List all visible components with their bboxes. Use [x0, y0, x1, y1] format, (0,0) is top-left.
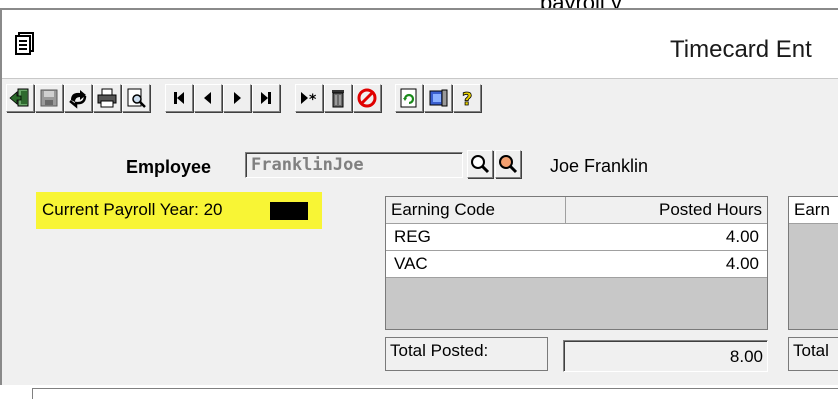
total-posted-label: Total Posted: — [385, 337, 548, 371]
earning-code-cell: REG — [394, 227, 431, 246]
app-icon — [15, 32, 34, 55]
employee-name: Joe Franklin — [550, 156, 649, 176]
tools-button[interactable] — [424, 84, 452, 112]
earning-code-cell: VAC — [394, 254, 428, 273]
help-button[interactable]: ? — [453, 84, 481, 112]
table-row[interactable]: REG 4.00 — [386, 224, 767, 251]
lookup-button[interactable] — [467, 150, 493, 178]
colored-magnifier-icon — [499, 155, 518, 174]
toolbar: * ? — [2, 82, 838, 124]
save-icon — [40, 89, 58, 107]
cancel-icon — [357, 88, 377, 108]
new-record-icon: * — [301, 92, 317, 108]
grid-empty-area — [386, 278, 767, 329]
svg-text:?: ? — [462, 89, 472, 109]
posted-hours-header[interactable]: Posted Hours — [566, 197, 767, 224]
employee-id-field[interactable]: FranklinJoe — [245, 152, 463, 178]
bottom-panel — [32, 388, 838, 399]
posted-hours-cell: 4.00 — [725, 227, 759, 246]
undo-button[interactable] — [64, 84, 92, 112]
payroll-year-text: Current Payroll Year: 20 — [42, 200, 223, 219]
last-record-button[interactable] — [252, 84, 280, 112]
previous-record-icon — [204, 92, 211, 104]
advanced-lookup-button[interactable] — [495, 150, 521, 178]
second-total-label: Total — [788, 337, 838, 371]
undo-icon — [69, 90, 87, 109]
last-record-icon — [261, 92, 271, 104]
exit-icon — [9, 88, 29, 107]
new-record-button[interactable]: * — [295, 84, 323, 112]
delete-button[interactable] — [324, 84, 352, 112]
first-record-button[interactable] — [165, 84, 193, 112]
total-posted-value: 8.00 — [563, 340, 768, 372]
redaction-block — [270, 202, 308, 220]
delete-icon — [332, 90, 344, 108]
earnings-grid: Earning Code Posted Hours REG 4.00 VAC 4… — [385, 196, 768, 330]
cancel-button[interactable] — [353, 84, 381, 112]
print-icon — [97, 88, 117, 108]
second-earnings-grid: Earn — [788, 196, 838, 330]
refresh-icon — [400, 88, 417, 108]
second-grid-header[interactable]: Earn — [789, 197, 838, 224]
svg-text:*: * — [309, 92, 317, 108]
print-preview-button[interactable] — [122, 84, 150, 112]
tools-icon — [429, 89, 448, 107]
next-record-button[interactable] — [223, 84, 251, 112]
help-icon: ? — [462, 89, 473, 109]
earning-code-header[interactable]: Earning Code — [386, 197, 566, 224]
print-button[interactable] — [93, 84, 121, 112]
employee-label: Employee — [126, 157, 212, 177]
first-record-icon — [174, 92, 184, 104]
preview-icon — [127, 88, 146, 108]
title-bar: Timecard Ent — [2, 10, 838, 79]
save-button[interactable] — [35, 84, 63, 112]
timecard-window: Timecard Ent * ? Employee FranklinJoe Jo… — [0, 8, 838, 399]
magnifier-icon — [471, 155, 490, 174]
refresh-button[interactable] — [395, 84, 423, 112]
window-title: Timecard Ent — [670, 36, 812, 63]
table-row[interactable]: VAC 4.00 — [386, 251, 767, 278]
exit-button[interactable] — [6, 84, 34, 112]
next-record-icon — [234, 92, 241, 104]
posted-hours-cell: 4.00 — [725, 254, 759, 273]
previous-record-button[interactable] — [194, 84, 222, 112]
